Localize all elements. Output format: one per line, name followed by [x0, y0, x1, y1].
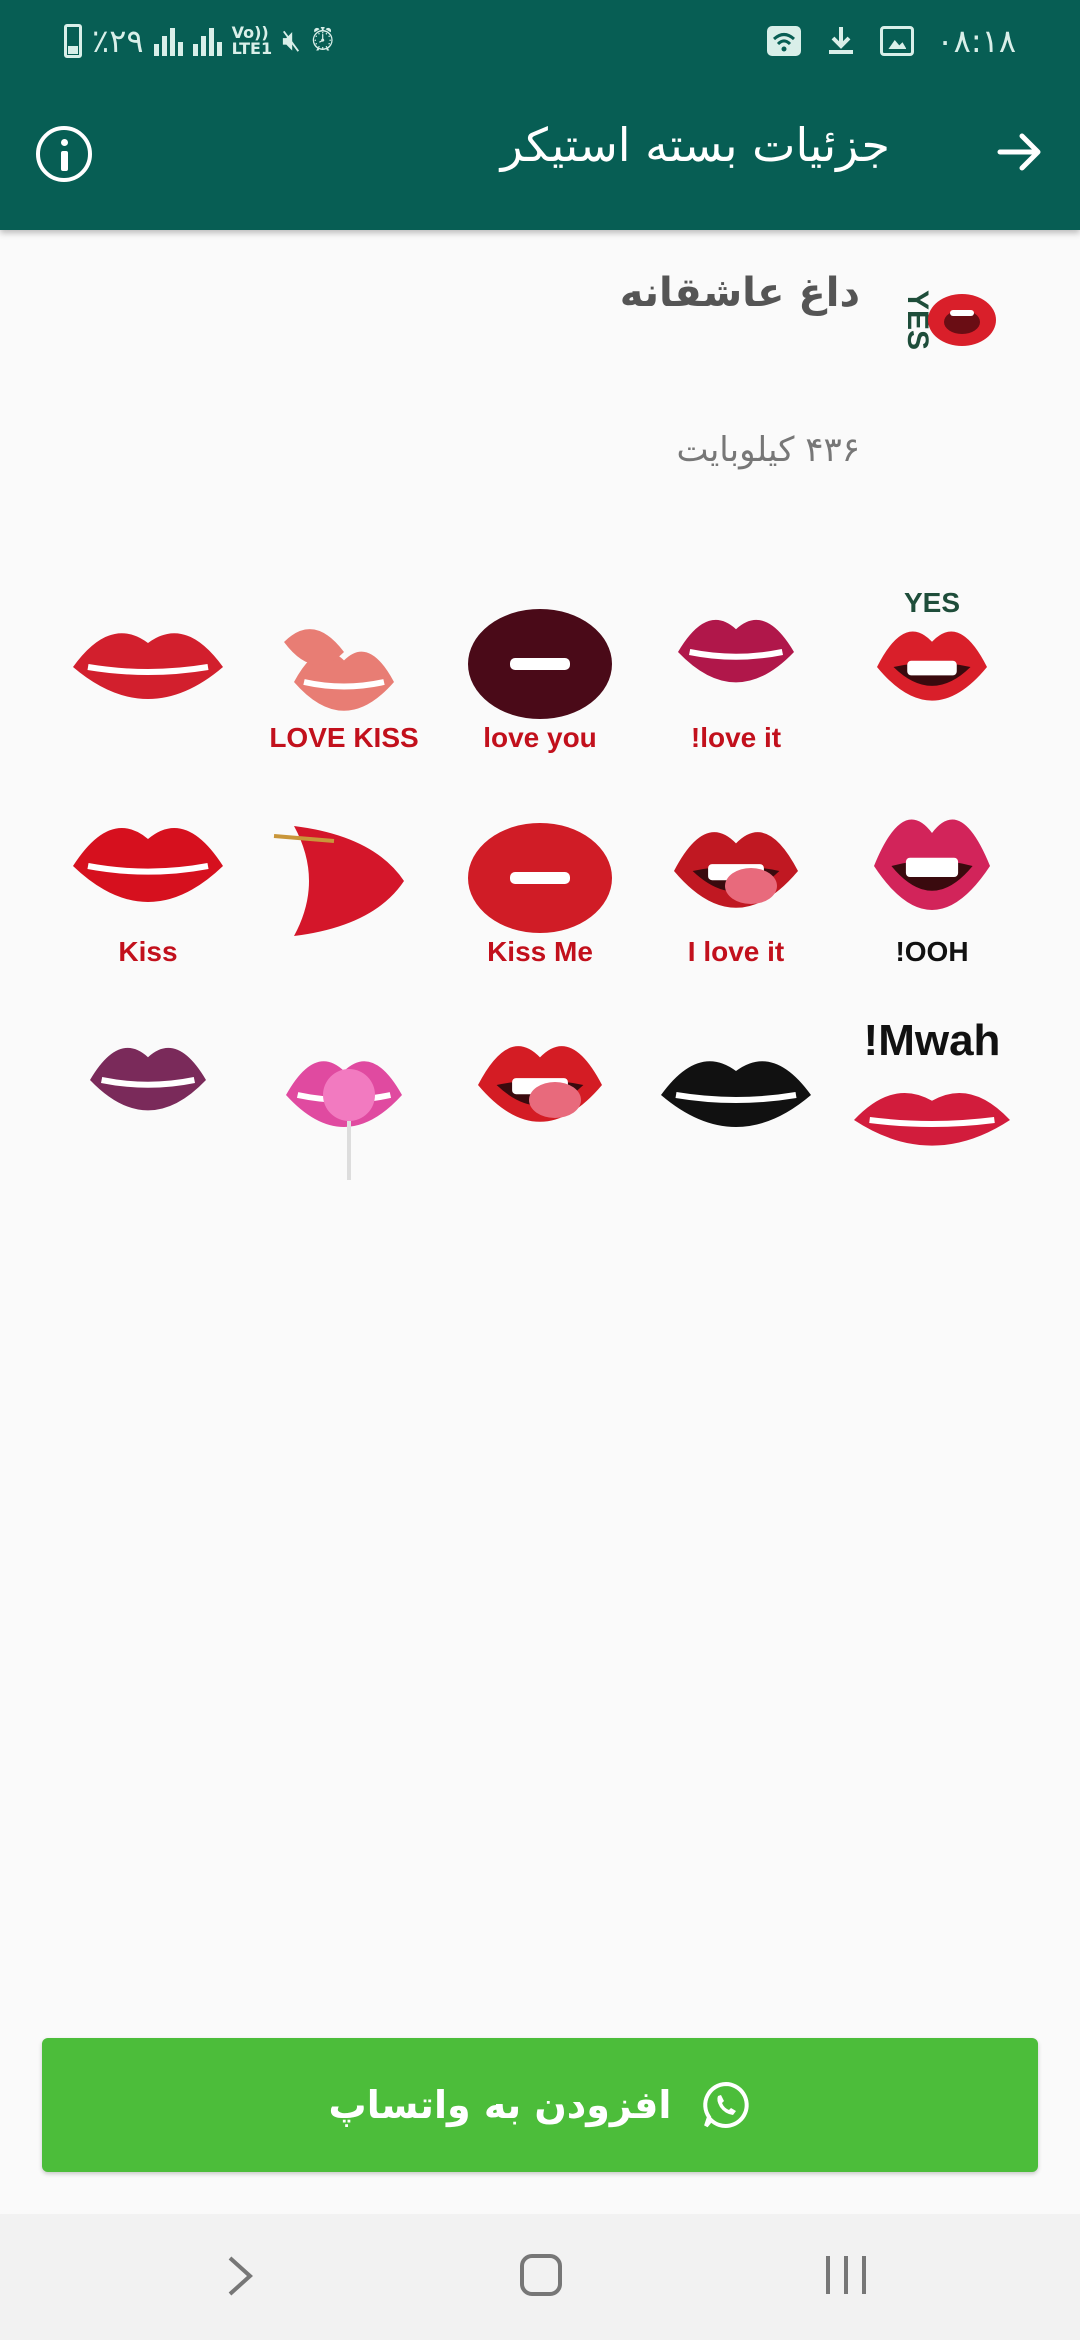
arrow-right-icon[interactable] — [990, 122, 1050, 182]
sticker-image — [478, 1046, 602, 1122]
signal-icon — [153, 26, 183, 56]
sticker-12[interactable] — [638, 988, 834, 1202]
sticker-image: YES — [877, 587, 987, 701]
sticker-image: Kiss Me — [468, 823, 612, 967]
sticker-15[interactable] — [50, 988, 246, 1202]
sticker-10[interactable]: Kiss — [50, 774, 246, 988]
home-icon[interactable] — [520, 2254, 562, 2296]
sticker-2[interactable]: love it! — [638, 560, 834, 774]
sticker-image: OOH! — [874, 819, 990, 967]
sticker-image — [90, 1047, 206, 1111]
pack-tray-icon: YES — [901, 290, 996, 350]
lte-label: LTE1 — [231, 39, 273, 58]
recents-icon[interactable] — [826, 2256, 866, 2294]
sticker-text: Kiss Me — [487, 936, 593, 967]
sticker-9[interactable] — [246, 774, 442, 988]
sticker-image: Mwah! — [854, 1016, 1010, 1146]
sticker-6[interactable]: OOH! — [834, 774, 1030, 988]
battery-percent: ٪۲۹ — [92, 22, 144, 60]
sticker-text: love you — [483, 722, 597, 753]
sticker-14[interactable] — [246, 988, 442, 1202]
add-to-whatsapp-button[interactable]: افزودن به واتساپ — [42, 2038, 1038, 2172]
sticker-text: YES — [904, 587, 960, 618]
sticker-5[interactable] — [50, 560, 246, 774]
pack-name: داغ عاشقانه — [619, 270, 860, 316]
sticker-image — [73, 633, 223, 699]
volte-icon: Vo)) LTE1 — [232, 25, 273, 57]
battery-icon — [64, 24, 82, 58]
app-header: ٪۲۹ Vo)) LTE1 🔇︎ ⏰︎ ۰۸:۱۸ جزئیات بسته اس… — [0, 0, 1080, 230]
sticker-image: Kiss — [73, 827, 223, 967]
pack-size: ۴۳۶ کیلوبایت — [676, 430, 860, 470]
sticker-image: I love it — [674, 832, 798, 967]
sticker-1[interactable]: YES — [834, 560, 1030, 774]
sticker-image: LOVE KISS — [269, 629, 419, 753]
info-icon[interactable] — [36, 126, 92, 182]
sticker-text: I love it — [688, 936, 784, 967]
sticker-7[interactable]: I love it — [638, 774, 834, 988]
sticker-8[interactable]: Kiss Me — [442, 774, 638, 988]
sticker-13[interactable] — [442, 988, 638, 1202]
wifi-icon — [767, 26, 802, 56]
sticker-3[interactable]: love you — [442, 560, 638, 774]
sticker-image: love you — [468, 609, 612, 753]
status-bar: ٪۲۹ Vo)) LTE1 🔇︎ ⏰︎ ۰۸:۱۸ — [0, 0, 1080, 84]
sticker-text: OOH! — [895, 936, 968, 967]
sticker-grid: YES love it! love you LOVE KISS OOH! I love… — [50, 560, 1030, 1202]
download-icon — [829, 27, 854, 54]
sticker-11[interactable]: Mwah! — [834, 988, 1030, 1202]
sticker-text: LOVE KISS — [269, 722, 418, 753]
sticker-4[interactable]: LOVE KISS — [246, 560, 442, 774]
sticker-text: Kiss — [118, 936, 177, 967]
system-nav-bar — [0, 2214, 1080, 2340]
gallery-icon — [880, 26, 915, 56]
status-right: ۰۸:۱۸ — [766, 22, 1016, 60]
chevron-icon[interactable] — [222, 2254, 262, 2298]
sticker-text: Mwah! — [864, 1016, 1001, 1065]
status-left: ٪۲۹ Vo)) LTE1 🔇︎ ⏰︎ — [64, 22, 334, 60]
signal-icon-2 — [192, 26, 222, 56]
sticker-image — [273, 826, 404, 936]
clock: ۰۸:۱۸ — [936, 22, 1016, 60]
sticker-image — [661, 1061, 811, 1127]
add-to-whatsapp-label: افزودن به واتساپ — [328, 2083, 672, 2127]
sticker-text: love it! — [691, 722, 781, 753]
mute-icon: 🔇︎ — [282, 23, 301, 58]
alarm-icon: ⏰︎ — [311, 23, 335, 58]
whatsapp-icon — [703, 2081, 750, 2128]
page-title: جزئیات بسته استیکر — [500, 118, 890, 172]
sticker-image: love it! — [678, 619, 794, 753]
sticker-image — [286, 1061, 402, 1180]
